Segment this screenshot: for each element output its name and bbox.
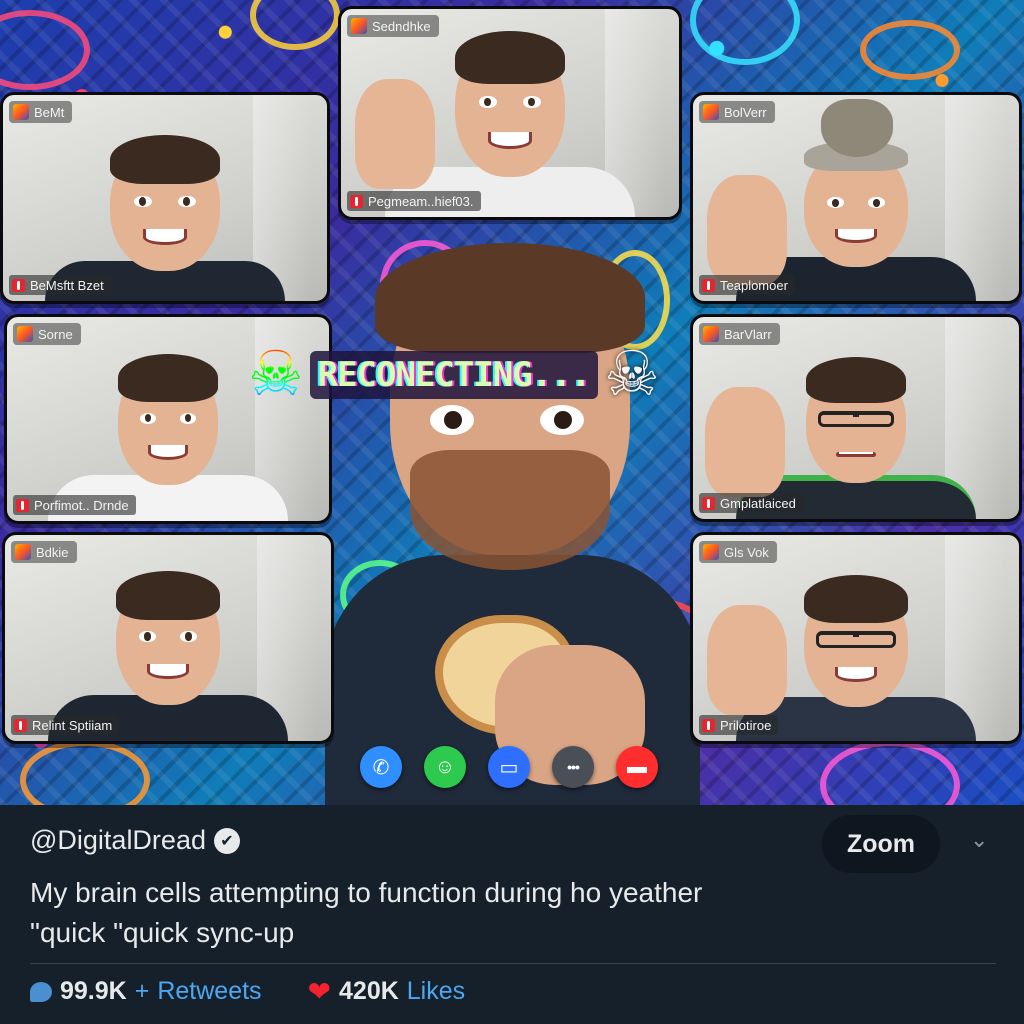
video-call-grid: BeMt BeMsftt Bzet Sedndhke Pegmeam..hief…	[0, 0, 1024, 805]
participant-beard	[410, 450, 610, 570]
participant-tile[interactable]: Sedndhke Pegmeam..hief03.	[338, 6, 682, 220]
center-participant-video	[325, 225, 700, 805]
reactions-button[interactable]: ☺	[424, 746, 466, 788]
mic-muted-icon	[702, 278, 715, 292]
participant-status-tag: Relint Sptiiam	[11, 715, 120, 735]
participant-face	[110, 135, 220, 271]
mic-muted-icon	[16, 498, 29, 512]
participant-tile[interactable]: BeMt BeMsftt Bzet	[0, 92, 330, 304]
skull-icon: ☠	[604, 340, 660, 409]
tweet-text-line: My brain cells attempting to function du…	[30, 877, 703, 908]
participant-status-tag: BeMsftt Bzet	[9, 275, 111, 295]
author-handle[interactable]: @DigitalDread	[30, 825, 206, 856]
participant-face	[455, 31, 565, 177]
reconnecting-text: RECONECTING...	[309, 351, 599, 399]
phone-icon: ✆	[372, 756, 390, 779]
chevron-down-icon[interactable]: ⌄	[970, 827, 988, 853]
end-call-button[interactable]: ▬	[616, 746, 658, 788]
avatar-icon	[17, 326, 33, 342]
reconnecting-banner: ☠ RECONECTING... ☠	[248, 330, 688, 420]
tweet-text-line: "quick "quick sync-up	[30, 917, 295, 948]
waving-hand	[705, 387, 785, 497]
participant-tile[interactable]: BolVerr Teaplomoer	[690, 92, 1022, 304]
background-doodle	[820, 740, 960, 805]
end-call-icon: ▬	[627, 755, 647, 778]
call-controls: ✆ ☺ ▭ ••• ▬	[360, 746, 658, 788]
participant-face	[806, 357, 906, 483]
participant-name-tag: Sorne	[13, 323, 81, 345]
participant-tile[interactable]: Bdkie Relint Sptiiam	[2, 532, 334, 744]
more-options-button[interactable]: •••	[552, 746, 594, 788]
participant-name-tag: BolVerr	[699, 101, 775, 123]
divider	[30, 963, 996, 964]
participant-status-tag: Porfimot.. Drnde	[13, 495, 136, 515]
mic-muted-icon	[350, 194, 363, 208]
participant-face	[118, 354, 218, 485]
chat-icon: ▭	[499, 756, 519, 779]
avatar-icon	[15, 544, 31, 560]
tweet-panel: @DigitalDread ✔ Zoom ⌄ My brain cells at…	[0, 805, 1024, 1024]
mic-muted-icon	[702, 718, 715, 732]
avatar-icon	[703, 104, 719, 120]
cat-on-head	[821, 99, 893, 157]
mic-muted-icon	[702, 496, 715, 510]
participant-tile[interactable]: BarVlarr Gmplatlaiced	[690, 314, 1022, 522]
participant-tile[interactable]: Gls Vok Prilotiroe	[690, 532, 1022, 744]
participant-name-tag: BeMt	[9, 101, 73, 123]
mic-muted-icon	[12, 278, 25, 292]
plus-sign: +	[134, 977, 150, 1005]
glasses	[816, 631, 896, 648]
participant-face	[116, 571, 220, 705]
participant-name-tag: Gls Vok	[699, 541, 777, 563]
avatar-icon	[13, 104, 29, 120]
background-doodle	[250, 0, 340, 50]
background-doodle	[0, 10, 90, 90]
tweet-stats: 99.9K + Retweets ❤ 420K Likes	[30, 977, 465, 1006]
like-count: 420K	[339, 977, 399, 1005]
waving-hand	[707, 605, 787, 715]
chat-button[interactable]: ▭	[488, 746, 530, 788]
avatar-icon	[351, 18, 367, 34]
participant-name-tag: BarVlarr	[699, 323, 780, 345]
waving-hand	[707, 175, 787, 285]
avatar-icon	[703, 544, 719, 560]
likes-link[interactable]: Likes	[407, 977, 465, 1006]
waving-hand	[355, 79, 435, 189]
participant-face	[804, 141, 908, 267]
participant-name-tag: Bdkie	[11, 541, 77, 563]
retweets-link[interactable]: Retweets	[157, 977, 261, 1006]
tweet-text: My brain cells attempting to function du…	[30, 873, 930, 953]
glasses	[818, 411, 894, 427]
tweet-author: @DigitalDread ✔	[30, 825, 240, 856]
background-doodle	[20, 740, 150, 805]
participant-status-tag: Teaplomoer	[699, 275, 795, 295]
mic-muted-icon	[14, 718, 27, 732]
background-doodle	[860, 20, 960, 80]
reply-icon[interactable]	[30, 981, 52, 1002]
zoom-button[interactable]: Zoom	[822, 815, 940, 873]
heart-icon[interactable]: ❤	[308, 977, 331, 1006]
smiley-icon: ☺	[434, 755, 456, 778]
background-doodle	[690, 0, 800, 65]
participant-face	[804, 575, 908, 707]
participant-status-tag: Pegmeam..hief03.	[347, 191, 481, 211]
participant-status-tag: Prilotiroe	[699, 715, 779, 735]
rainbow-skull-icon: ☠	[248, 340, 304, 409]
verified-badge-icon: ✔	[213, 827, 240, 854]
reply-count: 99.9K	[60, 977, 127, 1005]
phone-button[interactable]: ✆	[360, 746, 402, 788]
avatar-icon	[703, 326, 719, 342]
participant-status-tag: Gmplatlaiced	[699, 493, 803, 513]
participant-name-tag: Sedndhke	[347, 15, 439, 37]
more-icon: •••	[567, 759, 580, 775]
